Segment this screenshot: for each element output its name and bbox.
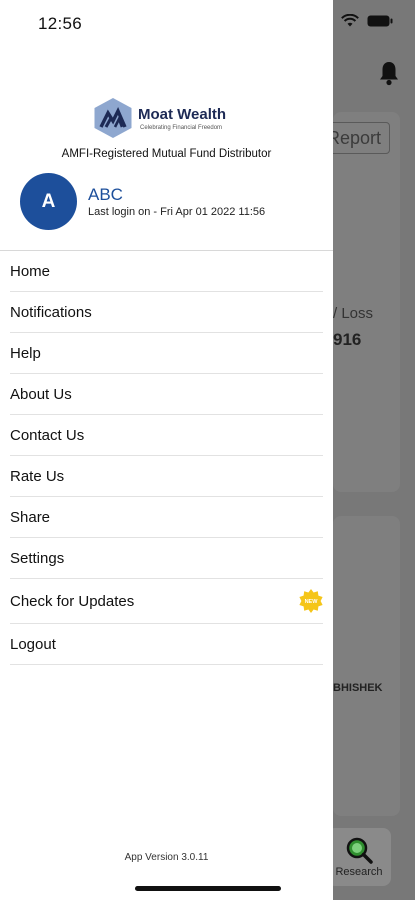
- menu-item-label: Logout: [10, 635, 56, 653]
- menu-item-label: Contact Us: [10, 426, 85, 444]
- menu-item-help[interactable]: Help: [10, 333, 323, 374]
- wifi-icon: [341, 14, 359, 27]
- home-indicator: [135, 886, 281, 891]
- user-name: ABC: [88, 185, 123, 204]
- status-icons: [341, 14, 393, 28]
- menu-item-label: Settings: [10, 549, 65, 567]
- menu-item-label: Rate Us: [10, 467, 65, 485]
- menu-item-share[interactable]: Share: [10, 497, 323, 538]
- brand-name: Moat Wealth: [138, 105, 227, 123]
- portfolio-card: [333, 112, 400, 492]
- menu-item-label: About Us: [10, 385, 72, 403]
- app-version: App Version 3.0.11: [124, 852, 209, 863]
- member-name: BHISHEK: [333, 682, 383, 694]
- navigation-drawer: 12:56 Moat Wealth Celebrating Financial …: [0, 0, 333, 900]
- battery-icon: [367, 15, 393, 27]
- brand-header: Moat Wealth Celebrating Financial Freedo…: [93, 97, 226, 139]
- bell-icon[interactable]: [378, 60, 400, 86]
- avatar: A: [20, 173, 77, 230]
- status-time: 12:56: [38, 14, 83, 33]
- profit-loss-value: 916: [333, 330, 362, 349]
- research-tab[interactable]: Research: [327, 828, 391, 886]
- menu-item-label: Notifications: [10, 303, 92, 321]
- menu-item-notifications[interactable]: Notifications: [10, 292, 323, 333]
- menu-item-home[interactable]: Home: [10, 251, 323, 292]
- menu-item-check-for-updates[interactable]: Check for Updates NEW: [10, 579, 323, 624]
- menu-item-label: Help: [10, 344, 41, 362]
- menu-item-about-us[interactable]: About Us: [10, 374, 323, 415]
- research-tab-label: Research: [335, 866, 383, 878]
- new-badge-text: NEW: [305, 599, 319, 605]
- menu-item-contact-us[interactable]: Contact Us: [10, 415, 323, 456]
- profit-loss-label: / Loss: [333, 305, 374, 322]
- menu-item-label: Share: [10, 508, 51, 526]
- research-icon: [346, 837, 373, 864]
- distributor-subtitle: AMFI-Registered Mutual Fund Distributor: [61, 148, 272, 160]
- last-login-text: Last login on - Fri Apr 01 2022 11:56: [88, 206, 266, 218]
- brand-tagline: Celebrating Financial Freedom: [140, 124, 223, 131]
- menu-item-settings[interactable]: Settings: [10, 538, 323, 579]
- menu-item-logout[interactable]: Logout: [10, 624, 323, 665]
- menu-item-rate-us[interactable]: Rate Us: [10, 456, 323, 497]
- menu-item-label: Home: [10, 262, 51, 280]
- drawer-menu: Home Notifications Help About Us Contact…: [0, 251, 333, 665]
- menu-item-label: Check for Updates: [10, 592, 135, 610]
- family-card: [333, 516, 400, 816]
- new-badge-icon: NEW: [299, 589, 323, 613]
- moat-wealth-logo-icon: [94, 98, 132, 138]
